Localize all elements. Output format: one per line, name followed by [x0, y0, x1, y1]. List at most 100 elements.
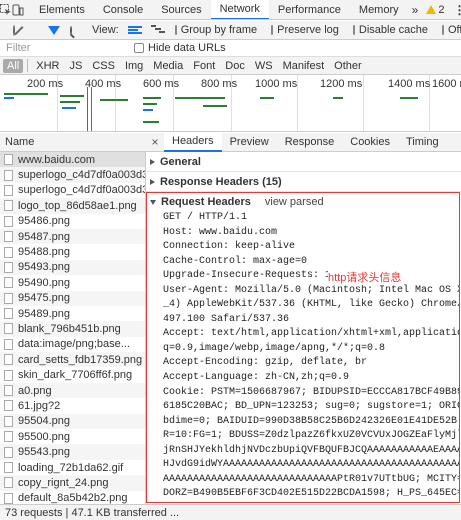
- general-section-label: General: [160, 155, 201, 168]
- expand-arrow-icon: [150, 178, 155, 185]
- request-row[interactable]: default_8a5b42b2.png: [0, 491, 145, 504]
- file-icon: [4, 492, 13, 504]
- warning-count: 2: [438, 3, 445, 16]
- type-filter-img[interactable]: Img: [121, 59, 147, 73]
- tab-sources[interactable]: Sources: [152, 0, 210, 19]
- request-row[interactable]: 95490.png: [0, 275, 145, 290]
- large-rows-view-icon[interactable]: [127, 26, 142, 34]
- file-icon: [4, 431, 13, 443]
- tab-response[interactable]: Response: [277, 133, 343, 152]
- request-row[interactable]: loading_72b1da62.gif: [0, 460, 145, 475]
- response-headers-section-toggle[interactable]: Response Headers (15): [146, 172, 461, 192]
- file-icon: [4, 169, 13, 181]
- request-row[interactable]: a0.png: [0, 382, 145, 399]
- hide-data-urls-checkbox[interactable]: [134, 43, 144, 53]
- request-name: 95543.png: [18, 446, 70, 459]
- grid-line: [363, 75, 364, 131]
- type-filter-all[interactable]: All: [3, 58, 24, 73]
- request-row[interactable]: 95543.png: [0, 444, 145, 460]
- tab-timing[interactable]: Timing: [398, 133, 447, 152]
- request-row[interactable]: 95475.png: [0, 290, 145, 306]
- request-row[interactable]: card_setts_fdb17359.png: [0, 352, 145, 368]
- timeline-overview[interactable]: 200 ms 400 ms 600 ms 800 ms 1000 ms 1200…: [0, 75, 461, 132]
- inspect-element-icon[interactable]: [0, 0, 12, 19]
- request-row[interactable]: 95488.png: [0, 244, 145, 259]
- request-row[interactable]: 95486.png: [0, 214, 145, 229]
- request-row[interactable]: blank_796b451b.png: [0, 321, 145, 337]
- name-column-header[interactable]: Name: [0, 133, 146, 152]
- request-row[interactable]: superlogo_c4d7df0a003d3db...: [0, 167, 145, 183]
- clear-icon[interactable]: [13, 24, 15, 36]
- close-icon[interactable]: ×: [146, 135, 164, 149]
- more-tabs-button[interactable]: »: [408, 3, 423, 17]
- type-filter-font[interactable]: Font: [189, 59, 219, 73]
- tab-headers[interactable]: Headers: [164, 132, 222, 152]
- group-by-frame-checkbox[interactable]: [174, 25, 177, 35]
- request-row[interactable]: 95489.png: [0, 306, 145, 321]
- search-icon[interactable]: [70, 25, 72, 35]
- file-icon: [4, 462, 13, 473]
- disable-cache-label: Disable cache: [358, 24, 428, 36]
- file-icon: [4, 215, 13, 227]
- request-row[interactable]: www.baidu.com: [0, 152, 145, 168]
- request-row[interactable]: copy_rignt_24.png: [0, 475, 145, 491]
- view-label: View:: [92, 24, 119, 36]
- request-name: 95490.png: [18, 276, 70, 289]
- request-row[interactable]: 95500.png: [0, 429, 145, 444]
- request-row[interactable]: superlogo_c4d7df0a003d3db...: [0, 183, 145, 198]
- header-line: q=0.9,image/webp,image/apng,*/*;q=0.8: [163, 342, 386, 354]
- annotation-label: http请求头信息: [328, 269, 402, 285]
- request-name: loading_72b1da62.gif: [18, 461, 124, 474]
- request-row[interactable]: skin_dark_7706ff6f.png: [0, 367, 145, 382]
- file-icon: [4, 323, 13, 335]
- type-filter-css[interactable]: CSS: [88, 59, 119, 73]
- file-icon: [4, 261, 13, 273]
- response-headers-label: Response Headers (15): [160, 175, 282, 188]
- request-headers-section-toggle[interactable]: Request Headers view parsed: [147, 193, 459, 211]
- request-name: 61.jpg?2: [18, 399, 61, 412]
- tab-elements[interactable]: Elements: [30, 0, 94, 19]
- file-icon: [4, 200, 13, 212]
- type-filter-xhr[interactable]: XHR: [32, 59, 63, 73]
- preserve-log-checkbox[interactable]: [271, 25, 274, 35]
- warnings-counter[interactable]: 2: [422, 4, 448, 16]
- type-filter-doc[interactable]: Doc: [221, 59, 249, 73]
- filter-input[interactable]: [0, 40, 122, 56]
- request-row[interactable]: data:image/png;base...: [0, 337, 145, 352]
- type-filter-js[interactable]: JS: [65, 59, 86, 73]
- tab-cookies[interactable]: Cookies: [342, 133, 398, 152]
- timeline-bar: [400, 97, 418, 99]
- customize-menu-button[interactable]: ⋮: [448, 3, 461, 17]
- request-row[interactable]: 95493.png: [0, 259, 145, 276]
- request-row[interactable]: 95504.png: [0, 413, 145, 430]
- tab-console[interactable]: Console: [94, 0, 152, 19]
- type-filter-manifest[interactable]: Manifest: [279, 59, 329, 73]
- offline-checkbox[interactable]: [441, 25, 444, 35]
- filter-funnel-icon[interactable]: [48, 25, 60, 35]
- request-row[interactable]: logo_top_86d58ae1.png: [0, 198, 145, 214]
- request-name: skin_dark_7706ff6f.png: [18, 369, 133, 382]
- disable-cache-checkbox[interactable]: [352, 25, 355, 35]
- timeline-tick: 1400 ms: [388, 78, 431, 90]
- type-filter-ws[interactable]: WS: [251, 59, 277, 73]
- tab-performance[interactable]: Performance: [269, 0, 350, 19]
- request-name: copy_rignt_24.png: [18, 476, 109, 489]
- type-filter-other[interactable]: Other: [330, 59, 366, 73]
- timeline-tick: 1200 ms: [320, 78, 363, 90]
- request-name: 95486.png: [18, 215, 70, 228]
- devtools-tab-bar: Elements Console Sources Network Perform…: [0, 0, 461, 20]
- header-line: bdime=0; BAIDUID=990D38B58C25B6D242326E0…: [163, 415, 459, 427]
- tab-preview[interactable]: Preview: [222, 133, 277, 152]
- request-row[interactable]: 61.jpg?2: [0, 398, 145, 413]
- file-icon: [4, 400, 13, 412]
- type-filter-media[interactable]: Media: [149, 59, 187, 73]
- request-row[interactable]: 95487.png: [0, 228, 145, 245]
- device-toolbar-icon[interactable]: [12, 0, 24, 19]
- tab-network[interactable]: Network: [210, 0, 269, 19]
- waterfall-view-icon[interactable]: [150, 24, 165, 37]
- timeline-tick: 200 ms: [27, 78, 64, 90]
- tab-memory[interactable]: Memory: [350, 0, 408, 19]
- view-parsed-link[interactable]: view parsed: [265, 196, 324, 208]
- request-headers-section: Request Headers view parsed GET / HTTP/1…: [146, 192, 460, 503]
- general-section-toggle[interactable]: General: [146, 152, 461, 172]
